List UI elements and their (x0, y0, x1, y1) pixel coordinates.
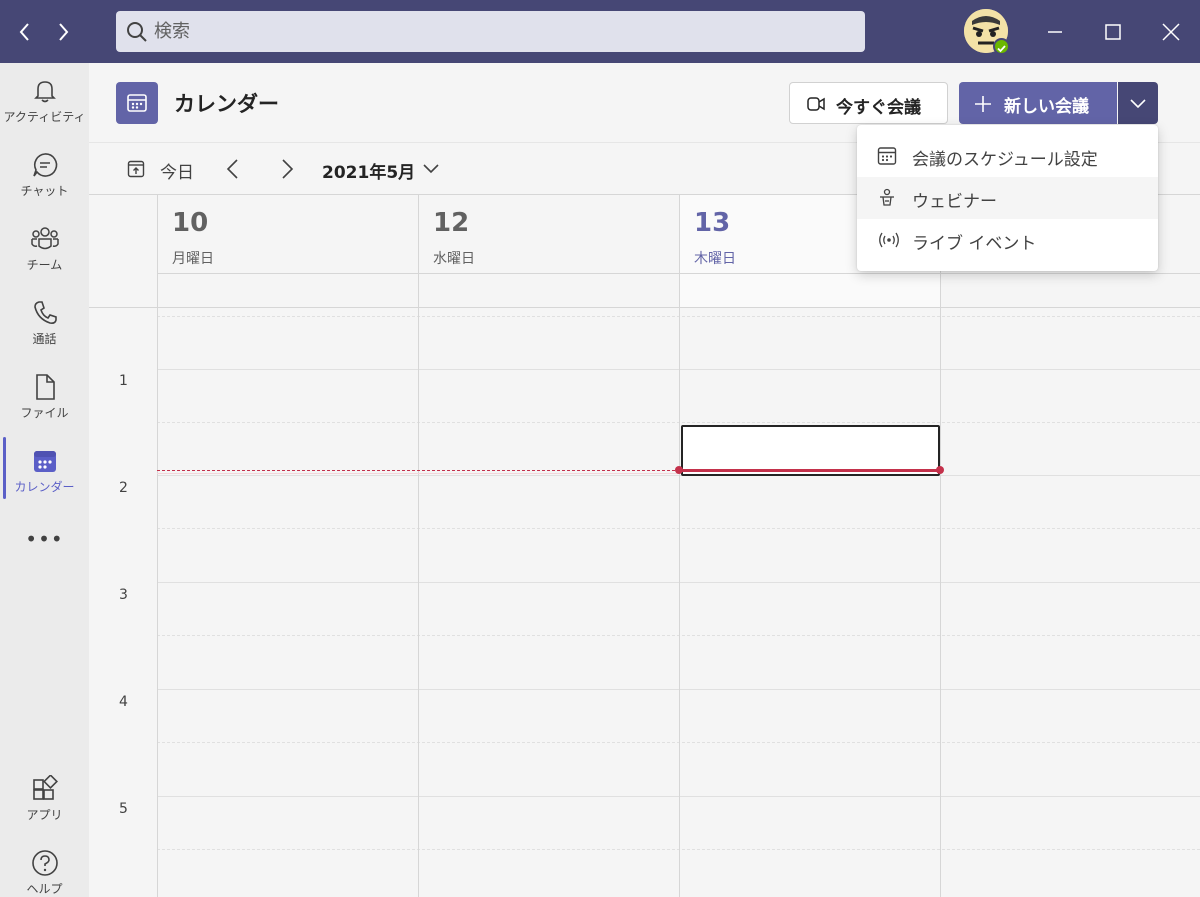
rail-label: アクティビティ (3, 110, 86, 124)
minimize-button[interactable] (1038, 16, 1072, 48)
maximize-button[interactable] (1096, 16, 1130, 48)
plus-icon (975, 96, 991, 112)
column-divider (157, 194, 158, 897)
rail-label: ヘルプ (26, 882, 63, 896)
calendar-icon (127, 94, 147, 112)
meet-now-label: 今すぐ会議 (836, 98, 921, 118)
chevron-down-icon (1130, 99, 1146, 109)
chevron-left-icon (19, 23, 29, 41)
previous-week-button[interactable] (218, 154, 248, 184)
current-time-line (678, 469, 940, 472)
rail-item-calendar[interactable]: カレンダー (0, 433, 89, 503)
new-meeting-menu: 会議のスケジュール設定 ウェビナー ライブ イベント (857, 125, 1158, 271)
menu-item-webinar[interactable]: ウェビナー (857, 177, 1158, 219)
more-apps-button[interactable]: ••• (0, 529, 89, 559)
chevron-left-icon (226, 159, 238, 179)
search-icon (127, 22, 147, 42)
file-icon (35, 374, 55, 400)
new-meeting-dropdown-button[interactable] (1118, 82, 1158, 124)
rail-label: ファイル (20, 406, 69, 420)
meet-now-button[interactable]: 今すぐ会議 (789, 82, 948, 124)
new-meeting-label: 新しい会議 (1004, 97, 1089, 117)
menu-item-label: 会議のスケジュール設定 (912, 150, 1098, 170)
day-name: 水曜日 (433, 251, 475, 267)
menu-item-live-event[interactable]: ライブ イベント (857, 219, 1158, 261)
page-title: カレンダー (174, 92, 279, 116)
maximize-icon (1105, 24, 1121, 40)
hour-label: 1 (119, 373, 128, 389)
day-name: 木曜日 (694, 251, 736, 267)
rail-label: チーム (26, 258, 63, 272)
search-input[interactable] (154, 17, 844, 46)
menu-item-label: ライブ イベント (912, 234, 1037, 254)
video-camera-icon (807, 97, 825, 111)
grid-background (89, 194, 1200, 897)
rail-item-help[interactable]: ヘルプ (0, 835, 89, 897)
calendar-icon (33, 451, 56, 472)
chat-icon (32, 153, 57, 177)
phone-icon (33, 301, 57, 324)
help-icon (31, 850, 58, 876)
webinar-icon (880, 188, 894, 206)
current-time-dot (936, 466, 944, 474)
column-divider (418, 194, 419, 897)
menu-item-schedule-meeting[interactable]: 会議のスケジュール設定 (857, 135, 1158, 177)
hour-label: 3 (119, 587, 128, 603)
rail-item-chat[interactable]: チャット (0, 137, 89, 207)
current-time-line-past (157, 470, 680, 471)
rail-item-calls[interactable]: 通話 (0, 285, 89, 355)
presence-badge (993, 38, 1010, 55)
hour-label: 2 (119, 480, 128, 496)
chevron-right-icon (282, 159, 294, 179)
menu-item-label: ウェビナー (912, 192, 997, 212)
close-icon (1162, 23, 1180, 41)
apps-icon (32, 775, 58, 800)
hour-label: 4 (119, 694, 128, 710)
column-divider (679, 194, 680, 897)
chevron-down-icon (423, 164, 439, 174)
column-divider (940, 194, 941, 897)
close-button[interactable] (1154, 16, 1188, 48)
current-time-dot (675, 466, 683, 474)
month-label: 2021年5月 (322, 163, 416, 183)
calendar-today-icon (127, 160, 145, 178)
rail-item-teams[interactable]: チーム (0, 211, 89, 281)
back-button[interactable] (12, 18, 38, 46)
new-meeting-button[interactable]: 新しい会議 (959, 82, 1117, 124)
day-number: 10 (172, 208, 209, 238)
current-time-tint (157, 473, 680, 474)
day-number: 12 (433, 208, 470, 238)
allday-bottom-border (89, 307, 1200, 308)
hour-label: 5 (119, 801, 128, 817)
day-number: 13 (694, 208, 731, 238)
calendar-grid: 10 月曜日 12 水曜日 13 木曜日 1 2 3 4 5 (89, 194, 1200, 897)
rail-item-files[interactable]: ファイル (0, 359, 89, 429)
avatar[interactable] (964, 9, 1010, 55)
calendar-app-icon (116, 82, 158, 124)
search-box[interactable] (116, 11, 865, 52)
teams-icon (30, 227, 59, 250)
today-label: 今日 (160, 163, 194, 183)
check-icon (997, 45, 1006, 53)
rail-label: カレンダー (14, 480, 75, 494)
app-rail: アクティビティ チャット チーム 通話 ファイル カレンダー ••• アプリ ヘ… (0, 63, 89, 897)
rail-label: アプリ (26, 808, 63, 822)
next-week-button[interactable] (272, 154, 302, 184)
day-header-wednesday[interactable]: 12 水曜日 (419, 194, 679, 274)
rail-item-apps[interactable]: アプリ (0, 761, 89, 831)
chevron-right-icon (59, 23, 69, 41)
minimize-icon (1048, 31, 1062, 33)
live-event-icon (879, 232, 899, 248)
forward-button[interactable] (50, 18, 76, 46)
day-name: 月曜日 (172, 251, 214, 267)
day-header-monday[interactable]: 10 月曜日 (158, 194, 418, 274)
bell-icon (33, 81, 56, 103)
calendar-schedule-icon (877, 147, 897, 165)
rail-label: 通話 (32, 332, 57, 346)
rail-item-activity[interactable]: アクティビティ (0, 63, 89, 133)
rail-label: チャット (20, 184, 69, 198)
title-bar (0, 0, 1200, 63)
